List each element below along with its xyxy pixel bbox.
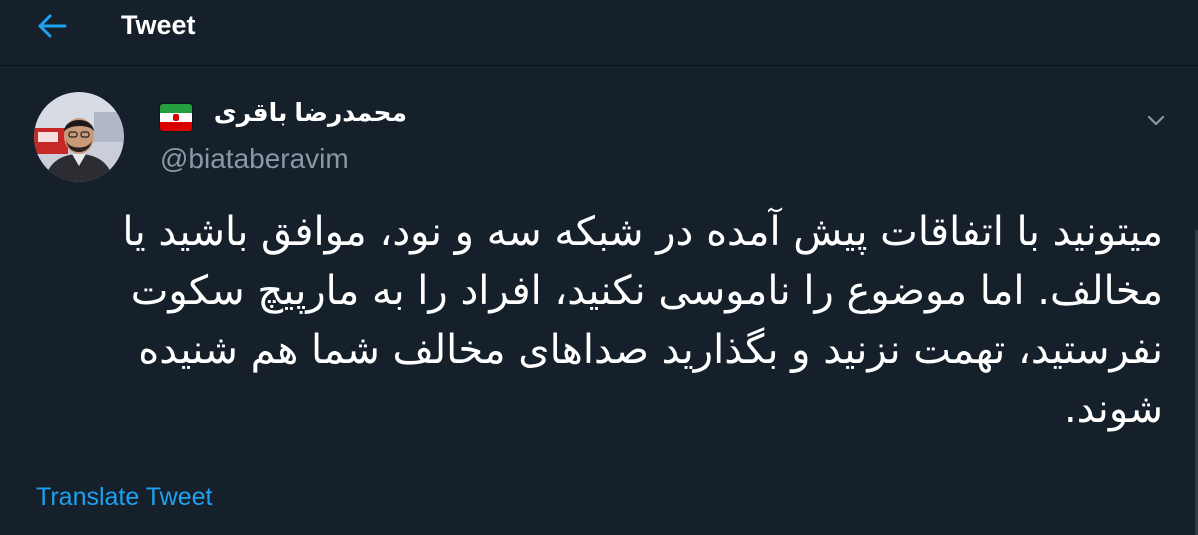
arrow-left-icon bbox=[38, 14, 67, 38]
tweet-text: میتونید با اتفاقات پیش آمده در شبکه سه و… bbox=[63, 203, 1163, 439]
profile-photo bbox=[34, 92, 124, 182]
page-title: Tweet bbox=[121, 10, 196, 40]
tweet-text-line: مخالف. اما موضوع را ناموسی نکنید، افراد … bbox=[130, 268, 1163, 314]
tweet-text-line: میتونید با اتفاقات پیش آمده در شبکه سه و… bbox=[122, 209, 1163, 255]
tweet-text-line: شوند. bbox=[1063, 386, 1163, 432]
tweet-menu-button[interactable] bbox=[1140, 104, 1172, 136]
author-display-name[interactable]: محمدرضا باقری bbox=[214, 96, 407, 130]
avatar[interactable] bbox=[34, 92, 124, 182]
translate-tweet-link[interactable]: Translate Tweet bbox=[36, 480, 212, 514]
tweet-text-line: نفرستید، تهمت نزنید و بگذارید صداهای مخا… bbox=[138, 327, 1163, 373]
chevron-down-icon bbox=[1147, 115, 1165, 126]
back-button[interactable] bbox=[28, 6, 76, 46]
iran-flag-icon bbox=[160, 104, 192, 131]
author-handle[interactable]: @biataberavim bbox=[160, 142, 349, 176]
top-bar: Tweet bbox=[0, 0, 1198, 66]
